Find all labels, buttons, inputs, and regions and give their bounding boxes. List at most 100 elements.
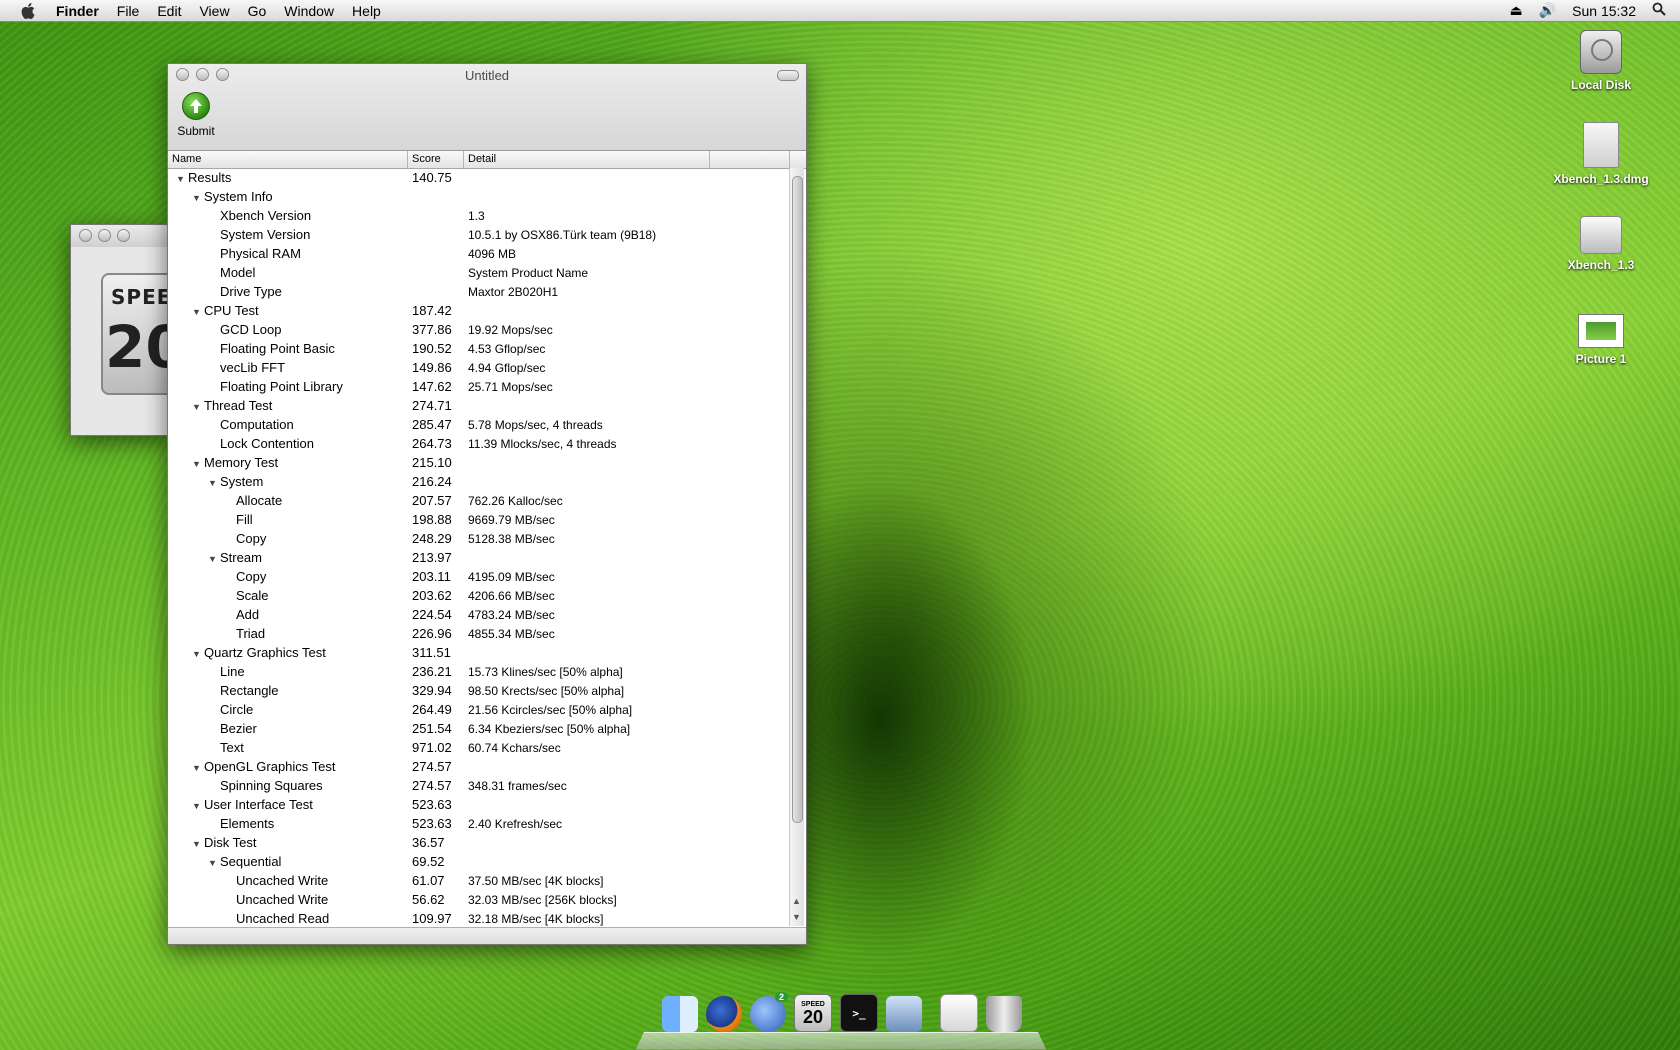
outline-row[interactable]: Scale 203.62 4206.66 MB/sec (168, 586, 788, 605)
menu-view[interactable]: View (190, 3, 238, 19)
outline-row[interactable]: Model System Product Name (168, 263, 788, 282)
disclosure-triangle-icon[interactable]: ▼ (192, 307, 204, 317)
disclosure-triangle-icon[interactable]: ▼ (192, 649, 204, 659)
row-score-cell: 215.10 (412, 455, 452, 470)
outline-row[interactable]: Elements 523.63 2.40 Krefresh/sec (168, 814, 788, 833)
preview-icon[interactable] (886, 996, 922, 1032)
outline-row[interactable]: Physical RAM 4096 MB (168, 244, 788, 263)
firefox-icon[interactable] (706, 996, 742, 1032)
zoom-button[interactable] (117, 229, 130, 242)
menu-edit[interactable]: Edit (148, 3, 190, 19)
outline-row[interactable]: Uncached Write 61.07 37.50 MB/sec [4K bloc… (168, 871, 788, 890)
scroll-up-arrow-icon[interactable]: ▲ (792, 896, 801, 906)
eject-icon[interactable]: ⏏ (1509, 2, 1522, 19)
desktop-icon-xbench-volume[interactable]: Xbench_1.3 (1551, 216, 1651, 272)
outline-row[interactable]: ▼ Thread Test 274.71 (168, 396, 788, 415)
menu-file[interactable]: File (108, 3, 149, 19)
terminal-icon[interactable]: >_ (840, 994, 878, 1032)
outline-row[interactable]: ▼ CPU Test 187.42 (168, 301, 788, 320)
row-score-cell: 140.75 (412, 170, 452, 185)
outline-row[interactable]: Lock Contention 264.73 11.39 Mlocks/sec, 4… (168, 434, 788, 453)
disclosure-triangle-icon[interactable]: ▼ (208, 858, 220, 868)
desktop-icon-local-disk[interactable]: Local Disk (1551, 30, 1651, 92)
disclosure-triangle-icon[interactable]: ▼ (208, 478, 220, 488)
outline-row[interactable]: ▼ System Info (168, 187, 788, 206)
scroll-thumb[interactable] (792, 176, 803, 823)
results-outline[interactable]: ▼ Results 140.75 ▼ System Info Xbench Version… (168, 168, 788, 926)
outline-row[interactable]: Floating Point Library 147.62 25.71 Mops/s… (168, 377, 788, 396)
menu-window[interactable]: Window (275, 3, 343, 19)
outline-row[interactable]: GCD Loop 377.86 19.92 Mops/sec (168, 320, 788, 339)
menubar-clock[interactable]: Sun 15:32 (1572, 3, 1636, 19)
outline-row[interactable]: ▼ Sequential 69.52 (168, 852, 788, 871)
outline-row[interactable]: Add 224.54 4783.24 MB/sec (168, 605, 788, 624)
outline-row[interactable]: Uncached Read 109.97 32.18 MB/sec [4K bloc… (168, 909, 788, 926)
submit-button[interactable]: Submit (176, 92, 216, 138)
toolbar-toggle-button[interactable] (777, 70, 799, 81)
xbench-results-window[interactable]: Untitled Submit Name Score Detail ▼ Resul… (167, 63, 807, 945)
disclosure-triangle-icon[interactable]: ▼ (192, 801, 204, 811)
outline-row[interactable]: Rectangle 329.94 98.50 Krects/sec [50% alp… (168, 681, 788, 700)
finder-icon[interactable] (662, 996, 698, 1032)
row-name-label: Copy (236, 531, 267, 546)
outline-row[interactable]: Circle 264.49 21.56 Kcircles/sec [50% alph… (168, 700, 788, 719)
desktop-icon-label: Picture 1 (1575, 352, 1627, 366)
outline-row[interactable]: System Version 10.5.1 by OSX86.Türk team … (168, 225, 788, 244)
outline-row[interactable]: Fill 198.88 9669.79 MB/sec (168, 510, 788, 529)
outline-row[interactable]: vecLib FFT 149.86 4.94 Gflop/sec (168, 358, 788, 377)
disclosure-triangle-icon[interactable]: ▼ (192, 459, 204, 469)
window-titlebar[interactable]: Untitled Submit (168, 64, 806, 151)
outline-row[interactable]: ▼ Memory Test 215.10 (168, 453, 788, 472)
outline-row[interactable]: ▼ Disk Test 36.57 (168, 833, 788, 852)
column-detail-header[interactable]: Detail (464, 151, 710, 168)
row-score-cell: 190.52 (412, 341, 452, 356)
outline-row[interactable]: Xbench Version 1.3 (168, 206, 788, 225)
outline-row[interactable]: ▼ User Interface Test 523.63 (168, 795, 788, 814)
minimize-button[interactable] (98, 229, 111, 242)
menu-finder[interactable]: Finder (52, 3, 108, 19)
outline-row[interactable]: ▼ System 216.24 (168, 472, 788, 491)
menu-help[interactable]: Help (343, 3, 390, 19)
disclosure-triangle-icon[interactable]: ▼ (192, 839, 204, 849)
outline-row[interactable]: ▼ Results 140.75 (168, 168, 788, 187)
outline-row[interactable]: Computation 285.47 5.78 Mops/sec, 4 thread… (168, 415, 788, 434)
outline-row[interactable]: Drive Type Maxtor 2B020H1 (168, 282, 788, 301)
disclosure-triangle-icon[interactable]: ▼ (176, 174, 188, 184)
trash-icon[interactable] (986, 996, 1022, 1032)
disclosure-triangle-icon[interactable]: ▼ (192, 402, 204, 412)
disclosure-triangle-icon[interactable]: ▼ (192, 763, 204, 773)
outline-row[interactable]: Text 971.02 60.74 Kchars/sec (168, 738, 788, 757)
volume-icon[interactable]: 🔊 (1539, 2, 1556, 19)
outline-row[interactable]: ▼ Stream 213.97 (168, 548, 788, 567)
xbench-icon[interactable]: SPEED 20 (794, 994, 832, 1032)
spotlight-search-icon[interactable] (1652, 2, 1666, 19)
desktop-icon-xbench-dmg[interactable]: Xbench_1.3.dmg (1551, 122, 1651, 186)
column-score-header[interactable]: Score (408, 151, 464, 168)
scroll-down-arrow-icon[interactable]: ▼ (792, 912, 801, 922)
outline-row[interactable]: ▼ OpenGL Graphics Test 274.57 (168, 757, 788, 776)
background-window[interactable]: SPEE 20 (70, 224, 195, 436)
outline-row[interactable]: ▼ Quartz Graphics Test 311.51 (168, 643, 788, 662)
menu-bar: Finder File Edit View Go Window Help ⏏ 🔊… (0, 0, 1680, 22)
background-window-titlebar[interactable] (71, 225, 171, 247)
outline-row[interactable]: Floating Point Basic 190.52 4.53 Gflop/sec (168, 339, 788, 358)
outline-row[interactable]: Allocate 207.57 762.26 Kalloc/sec (168, 491, 788, 510)
disclosure-triangle-icon[interactable]: ▼ (208, 554, 220, 564)
outline-row[interactable]: Spinning Squares 274.57 348.31 frames/sec (168, 776, 788, 795)
thunderbird-icon[interactable]: 2 (750, 992, 788, 1032)
vertical-scrollbar[interactable]: ▲ ▼ (789, 168, 804, 926)
outline-row[interactable]: Triad 226.96 4855.34 MB/sec (168, 624, 788, 643)
outline-row[interactable]: Bezier 251.54 6.34 Kbeziers/sec [50% alpha… (168, 719, 788, 738)
close-button[interactable] (79, 229, 92, 242)
column-name-header[interactable]: Name (168, 151, 408, 168)
desktop-icon-picture-1[interactable]: Picture 1 (1551, 314, 1651, 366)
disclosure-triangle-icon[interactable]: ▼ (192, 193, 204, 203)
menu-go[interactable]: Go (239, 3, 276, 19)
outline-row[interactable]: Uncached Write 56.62 32.03 MB/sec [256K bl… (168, 890, 788, 909)
mail-stack-icon[interactable] (940, 994, 978, 1032)
outline-row[interactable]: Line 236.21 15.73 Klines/sec [50% alpha] (168, 662, 788, 681)
row-detail-cell: 762.26 Kalloc/sec (468, 493, 563, 508)
apple-menu-icon[interactable] (18, 1, 38, 21)
outline-row[interactable]: Copy 248.29 5128.38 MB/sec (168, 529, 788, 548)
outline-row[interactable]: Copy 203.11 4195.09 MB/sec (168, 567, 788, 586)
